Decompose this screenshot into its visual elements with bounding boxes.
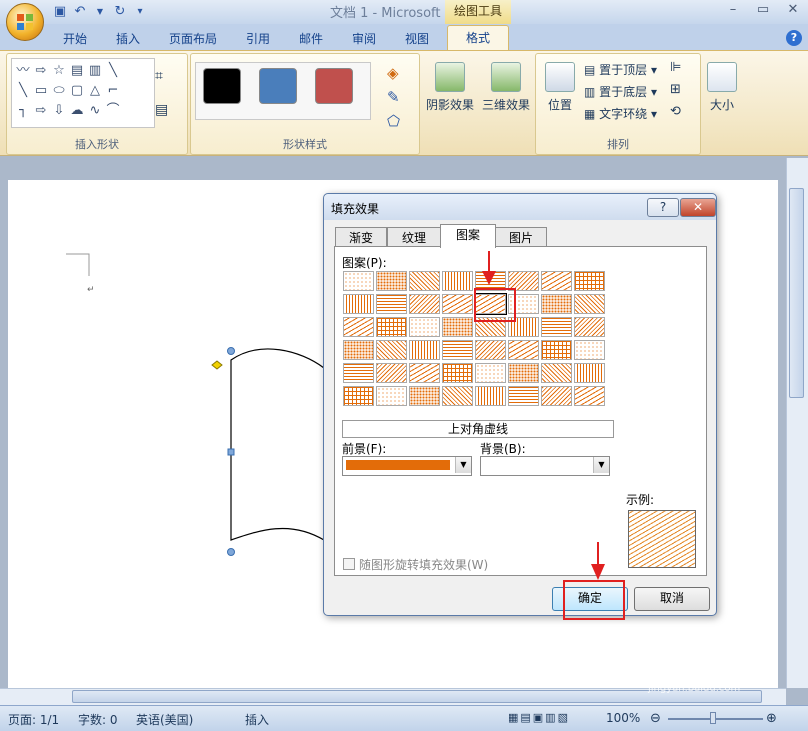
zoom-slider-thumb[interactable] [710,712,716,724]
pattern-swatch[interactable] [376,363,407,383]
pattern-swatch[interactable] [442,386,473,406]
foreground-color-select[interactable]: ▼ [342,456,472,476]
pattern-label: 图案(P): [342,256,387,270]
pattern-swatch[interactable] [541,340,572,360]
pattern-swatch[interactable] [343,340,374,360]
pattern-swatch[interactable] [442,294,473,314]
pattern-swatch[interactable] [541,363,572,383]
adjust-handle [211,360,223,370]
pattern-swatch[interactable] [541,386,572,406]
pattern-swatch[interactable] [343,386,374,406]
pattern-swatch[interactable] [343,294,374,314]
zoom-level[interactable]: 100% [606,711,640,725]
pattern-swatch[interactable] [574,363,605,383]
red-arrow-pattern [482,251,496,285]
pattern-swatch[interactable] [541,317,572,337]
pattern-swatch[interactable] [409,294,440,314]
tab-gradient[interactable]: 渐变 [335,227,387,248]
dialog-close-button[interactable]: ✕ [680,198,716,217]
handle-top-left [227,347,235,355]
zoom-in-icon[interactable]: ⊕ [766,711,777,726]
handle-bottom-left [227,548,235,556]
margin-corner-mark [66,253,90,276]
handle-mid-left [227,448,235,456]
red-arrow-ok [591,542,605,580]
foreground-color-swatch [346,460,450,470]
highlight-selected-pattern [474,288,516,322]
pattern-swatch[interactable] [376,317,407,337]
status-bar: 页面: 1/1 字数: 0 英语(美国) 插入 ▦▤▣▥▧ 100% ⊖ ⊕ [0,705,808,731]
pattern-swatch[interactable] [376,271,407,291]
pattern-swatch[interactable] [508,340,539,360]
pattern-swatch[interactable] [442,317,473,337]
sample-label: 示例: [626,493,655,507]
status-page[interactable]: 页面: 1/1 [8,711,59,728]
pattern-swatch[interactable] [574,340,605,360]
paragraph-mark-icon: ↵ [87,285,95,295]
tab-picture[interactable]: 图片 [495,227,547,248]
pattern-swatch[interactable] [376,294,407,314]
pattern-swatch[interactable] [508,363,539,383]
view-buttons-icon[interactable]: ▦▤▣▥▧ [508,711,570,724]
watermark-url: jingyan.baidu.com [648,683,741,694]
chevron-down-icon: ▼ [593,457,609,473]
pattern-swatch[interactable] [475,340,506,360]
pattern-swatch[interactable] [442,340,473,360]
rotate-with-shape-label: 随图形旋转填充效果(W) [359,558,489,572]
pattern-name: 上对角虚线 [342,420,614,438]
pattern-swatch[interactable] [541,271,572,291]
foreground-label: 前景(F): [342,442,387,456]
dialog-title: 填充效果 [331,202,380,216]
status-language[interactable]: 英语(美国) [136,711,193,728]
pattern-swatch[interactable] [343,271,374,291]
pattern-swatch[interactable] [442,363,473,383]
tab-pattern[interactable]: 图案 [440,224,496,248]
pattern-swatch[interactable] [409,271,440,291]
fill-effects-dialog: 填充效果 ? ✕ 渐变 纹理 图案 图片 图案(P): 上对角虚线 前景(F):… [323,193,717,620]
background-label: 背景(B): [480,442,526,456]
office-logo-icon [17,14,33,30]
background-color-select[interactable]: ▼ [480,456,610,476]
pattern-swatch[interactable] [343,317,374,337]
pattern-swatch[interactable] [475,386,506,406]
pattern-swatch[interactable] [475,363,506,383]
dialog-help-button[interactable]: ? [647,198,679,217]
pattern-swatch[interactable] [409,363,440,383]
pattern-swatch[interactable] [574,271,605,291]
pattern-swatch[interactable] [409,340,440,360]
pattern-swatch[interactable] [574,386,605,406]
cancel-button[interactable]: 取消 [634,587,710,611]
rotate-with-shape-checkbox[interactable] [343,558,355,570]
tab-texture[interactable]: 纹理 [387,227,441,248]
status-words[interactable]: 字数: 0 [78,711,118,728]
sample-preview [628,510,696,568]
pattern-swatch[interactable] [508,386,539,406]
pattern-swatch[interactable] [442,271,473,291]
pattern-swatch[interactable] [574,294,605,314]
pattern-swatch[interactable] [409,317,440,337]
pattern-swatch[interactable] [541,294,572,314]
wave-shape [230,348,325,542]
status-mode[interactable]: 插入 [245,711,269,728]
pattern-swatch[interactable] [376,340,407,360]
pattern-swatch[interactable] [409,386,440,406]
office-button[interactable] [6,3,44,41]
highlight-ok-button [563,580,625,620]
chevron-down-icon: ▼ [455,457,471,473]
zoom-out-icon[interactable]: ⊖ [650,711,661,726]
pattern-swatch[interactable] [343,363,374,383]
vertical-scroll-thumb[interactable] [789,188,804,398]
pattern-swatch[interactable] [574,317,605,337]
pattern-swatch[interactable] [376,386,407,406]
